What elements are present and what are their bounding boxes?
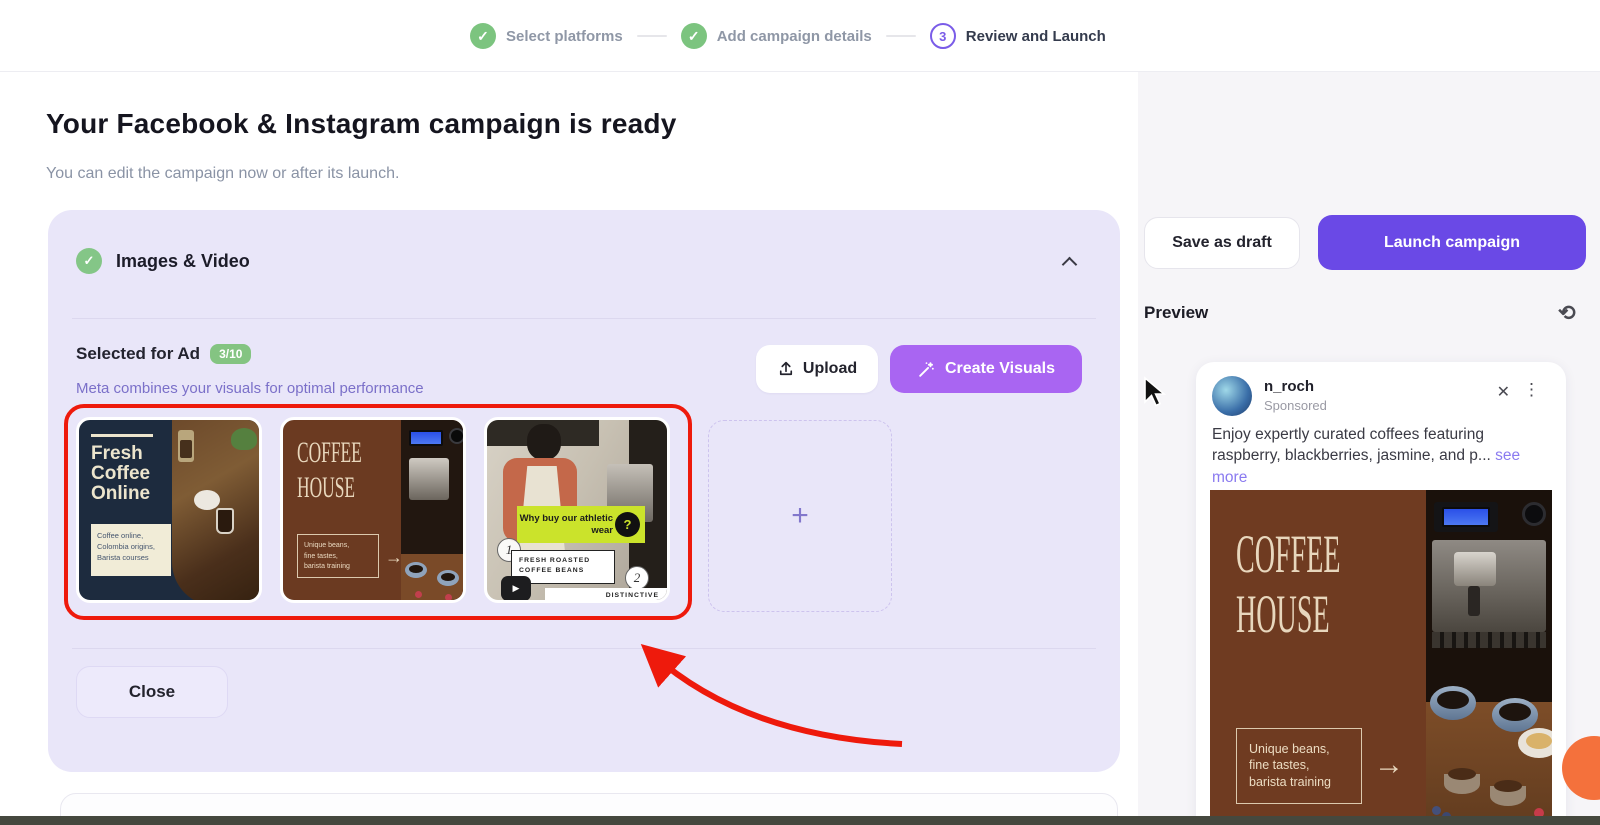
question-icon: ?: [615, 512, 640, 537]
check-icon: ✓: [470, 23, 496, 49]
ad-body-text: Enjoy expertly curated coffees featuring…: [1212, 424, 1542, 488]
close-icon[interactable]: ✕: [1497, 382, 1510, 402]
lcd-display: [1442, 507, 1490, 527]
thumb1-caption-box: Coffee online, Colombia origins, Barista…: [91, 524, 171, 576]
machine-knob: [1522, 502, 1546, 526]
plus-icon: +: [791, 499, 809, 532]
video-caption-2: DISTINCTIVE ORIGINS: [545, 588, 667, 600]
selected-for-ad-label: Selected for Ad: [76, 344, 201, 363]
blueberry: [1432, 806, 1441, 815]
coffee-photo: [172, 420, 259, 600]
campaign-review-page: ✓ Select platforms ✓ Add campaign detail…: [0, 0, 1600, 825]
step-label: Add campaign details: [716, 27, 872, 45]
step-connector: [885, 35, 916, 37]
ad-thumbnail-coffee-house[interactable]: COFFEE HOUSE Unique beans, fine tastes, …: [280, 417, 466, 603]
bottom-edge-strip: [0, 816, 1600, 825]
stepper: ✓ Select platforms ✓ Add campaign detail…: [470, 0, 1106, 72]
coffee-cup: [1492, 698, 1538, 732]
sponsored-label: Sponsored: [1264, 398, 1327, 413]
coffee-cup: [405, 562, 427, 578]
add-visual-tile[interactable]: +: [708, 420, 892, 612]
avatar: [1212, 376, 1252, 416]
barista-head: [527, 424, 561, 460]
thumb2-caption-box: Unique beans, fine tastes, barista train…: [297, 534, 379, 578]
ad-thumbnail-video[interactable]: Why buy our athletic wear ? 1 FRESH ROAS…: [484, 417, 670, 603]
section-title: Images & Video: [116, 250, 250, 271]
thumb1-heading: Fresh Coffee Online: [91, 443, 151, 504]
ad-caption-box: Unique beans, fine tastes, barista train…: [1236, 728, 1362, 804]
chevron-up-icon[interactable]: [1064, 256, 1076, 268]
preview-card-header: n_roch Sponsored ✕ ⋮: [1212, 374, 1552, 418]
check-icon: ✓: [76, 248, 102, 274]
group-head: [1454, 552, 1496, 586]
check-icon: ✓: [680, 23, 707, 49]
video-banner: Why buy our athletic wear ?: [517, 506, 645, 543]
meta-note: Meta combines your visuals for optimal p…: [76, 380, 424, 397]
kebab-menu-icon[interactable]: ⋮: [1523, 380, 1540, 400]
coffee-glass: [216, 508, 234, 534]
arrow-right-icon: →: [1374, 748, 1404, 781]
upload-icon: [779, 361, 792, 376]
step-add-campaign-details[interactable]: ✓ Add campaign details: [680, 23, 872, 49]
step-select-platforms[interactable]: ✓ Select platforms: [470, 23, 623, 49]
selected-for-ad-row: Selected for Ad 3/10: [76, 344, 252, 364]
cocoa-bowl: [1490, 780, 1526, 806]
divider: [72, 318, 1096, 319]
upload-button[interactable]: Upload: [756, 345, 878, 393]
machine-body: [409, 458, 449, 500]
arrow-right-icon: →: [385, 547, 403, 567]
ad-heading: COFFEE HOUSE: [1236, 524, 1341, 645]
machine-knob: [449, 428, 463, 444]
refresh-icon[interactable]: ⟳: [1552, 298, 1582, 328]
play-icon[interactable]: ▶: [501, 576, 531, 600]
panel-header: ✓ Images & Video: [76, 248, 250, 274]
divider: [72, 648, 1096, 649]
ad-thumbnail-fresh-coffee-online[interactable]: Fresh Coffee Online Coffee online, Colom…: [76, 417, 262, 603]
launch-campaign-button[interactable]: Launch campaign: [1318, 215, 1586, 270]
ad-brown-panel: COFFEE HOUSE Unique beans, fine tastes, …: [1210, 490, 1426, 825]
upload-label: Upload: [802, 360, 858, 377]
page-subtitle: You can edit the campaign now or after i…: [46, 165, 400, 182]
drip-tray: [1432, 632, 1546, 648]
close-button[interactable]: Close: [76, 666, 228, 718]
preview-title: Preview: [1144, 303, 1209, 322]
coffee-cup: [194, 490, 220, 510]
coffee-cup: [437, 570, 459, 586]
step-label: Select platforms: [506, 27, 623, 45]
lcd-bezel: [1434, 502, 1498, 532]
ad-photo-panel: [1426, 490, 1552, 825]
create-visuals-label: Create Visuals: [945, 360, 1055, 377]
step-number-badge: 3: [929, 23, 956, 49]
magic-wand-icon: [919, 361, 934, 377]
ad-preview-card: n_roch Sponsored ✕ ⋮ Enjoy expertly cura…: [1196, 362, 1566, 825]
portafilter: [1468, 586, 1480, 616]
page-title: Your Facebook & Instagram campaign is re…: [46, 108, 677, 139]
create-visuals-button[interactable]: Create Visuals: [890, 345, 1082, 393]
thumb2-heading: COFFEE HOUSE: [297, 436, 362, 504]
plant: [231, 428, 257, 450]
berry: [415, 591, 422, 598]
decorative-rule: [91, 434, 153, 437]
latte-cup: [1518, 728, 1552, 758]
account-name: n_roch: [1264, 378, 1315, 395]
topbar: ✓ Select platforms ✓ Add campaign detail…: [0, 0, 1600, 72]
lcd-display: [409, 430, 443, 446]
cocoa-bowl: [1444, 768, 1480, 794]
save-as-draft-button[interactable]: Save as draft: [1144, 217, 1300, 269]
selected-count-badge: 3/10: [210, 344, 252, 364]
step-review-and-launch[interactable]: 3 Review and Launch: [929, 23, 1106, 49]
step-label: Review and Launch: [965, 27, 1106, 45]
images-video-panel: ✓ Images & Video Selected for Ad 3/10 Me…: [48, 210, 1120, 772]
espresso-machine-photo: [401, 420, 463, 600]
berry: [445, 594, 452, 600]
step-connector: [636, 35, 667, 37]
step-2-badge: 2: [625, 566, 649, 590]
coffee-cup: [1430, 686, 1476, 720]
coffee-jar: [178, 430, 194, 462]
ad-creative-image: COFFEE HOUSE Unique beans, fine tastes, …: [1210, 490, 1552, 825]
ad-body-copy: Enjoy expertly curated coffees featuring…: [1212, 426, 1491, 465]
